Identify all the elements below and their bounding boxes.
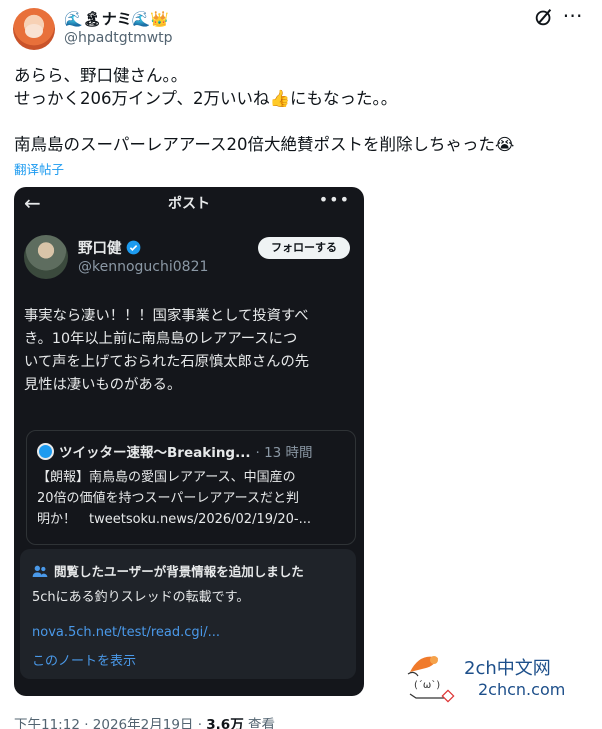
views-label: 查看 bbox=[243, 717, 275, 729]
card-source: ツイッター速報〜Breaking... bbox=[59, 445, 251, 461]
post-line: せっかく206万インプ、2万いいね👍にもなった。。 bbox=[14, 89, 398, 108]
card-line: 20倍の価値を持つスーパーレアアースだと判 bbox=[37, 491, 299, 506]
screenshot-title: ポスト bbox=[168, 196, 210, 212]
note-link: nova.5ch.net/test/read.cgi/... bbox=[32, 625, 221, 640]
quoted-name-text: 野口健 bbox=[78, 241, 122, 257]
card-line: 【朗報】南鳥島の愛国レアアース、中国産の bbox=[37, 470, 296, 485]
post: 🌊🏝ナミ🌊👑 @hpadtgtmwtp ⋯ あらら、野口健さん。。 せっかく20… bbox=[0, 0, 602, 729]
mascot-icon: (´ω`) bbox=[407, 656, 455, 703]
community-note: 閲覧したユーザーが背景情報を追加しました 5chにある釣りスレッドの転載です。 … bbox=[20, 549, 356, 679]
note-body: 5chにある釣りスレッドの転載です。 bbox=[32, 590, 250, 605]
screenshot-header: ← ポスト ••• bbox=[14, 187, 364, 217]
quoted-line: 事実なら凄い！！！国家事業として投資すべ bbox=[24, 308, 309, 324]
quoted-avatar bbox=[24, 235, 68, 279]
post-line-gap bbox=[14, 110, 589, 133]
grok-icon[interactable] bbox=[533, 6, 555, 28]
quoted-text: 事実なら凄い！！！国家事業として投資すべ き。10年以上前に南鳥島のレアアースに… bbox=[24, 305, 358, 397]
display-name[interactable]: 🌊🏝ナミ🌊👑 bbox=[64, 8, 169, 29]
post-line: あらら、野口健さん。。 bbox=[14, 66, 188, 85]
card-line: 明か！ tweetsoku.news/2026/02/19/20-... bbox=[37, 512, 312, 527]
verified-badge-icon bbox=[126, 240, 140, 255]
view-count: 3.6万 bbox=[206, 717, 244, 729]
user-handle[interactable]: @hpadtgtmwtp bbox=[64, 30, 173, 46]
note-show-link: このノートを表示 bbox=[32, 654, 137, 669]
post-meta: 下午11:12 · 2026年2月19日 · 3.6万 查看 bbox=[14, 713, 275, 729]
watermark-line2: 2chcn.com bbox=[478, 680, 566, 699]
svg-text:(´ω`): (´ω`) bbox=[414, 679, 440, 691]
card-time: · 13 時間 bbox=[255, 445, 313, 461]
display-name-text[interactable]: 🌊🏝ナミ🌊👑 bbox=[64, 8, 169, 29]
quoted-line: いて声を上げておられた石原慎太郎さんの先 bbox=[24, 354, 310, 370]
card-text: 【朗報】南鳥島の愛国レアアース、中国産の 20倍の価値を持つスーパーレアアースだ… bbox=[37, 467, 351, 530]
post-timestamp[interactable]: 下午11:12 · 2026年2月19日 · bbox=[14, 717, 206, 729]
quoted-name: 野口健 bbox=[78, 237, 141, 258]
note-header-text: 閲覧したユーザーが背景情報を追加しました bbox=[54, 564, 304, 579]
follow-button: フォローする bbox=[258, 237, 350, 259]
more-options-icon[interactable]: ⋯ bbox=[562, 5, 584, 28]
watermark: (´ω`) 2ch中文网 2chcn.com bbox=[404, 640, 584, 708]
users-icon bbox=[32, 565, 48, 577]
quoted-card: ツイッター速報〜Breaking... · 13 時間 【朗報】南鳥島の愛国レア… bbox=[26, 430, 356, 545]
source-logo-icon bbox=[37, 442, 54, 460]
attached-screenshot[interactable]: ← ポスト ••• 野口健 @kennoguchi0821 フォローする 事実な… bbox=[14, 187, 364, 696]
card-header: ツイッター速報〜Breaking... · 13 時間 bbox=[37, 441, 313, 461]
quoted-line: 見性は凄いものがある。 bbox=[24, 377, 182, 393]
note-header: 閲覧したユーザーが背景情報を追加しました bbox=[32, 561, 304, 580]
post-line: 南鳥島のスーパーレアアース20倍大絶賛ポストを削除しちゃった😭 bbox=[14, 135, 515, 154]
translate-post-link[interactable]: 翻译帖子 bbox=[14, 159, 64, 178]
watermark-line1: 2ch中文网 bbox=[464, 658, 551, 679]
avatar[interactable] bbox=[13, 8, 55, 50]
post-text: あらら、野口健さん。。 せっかく206万インプ、2万いいね👍にもなった。。 南鳥… bbox=[14, 64, 589, 156]
quoted-handle: @kennoguchi0821 bbox=[78, 259, 209, 275]
more-icon: ••• bbox=[318, 190, 350, 209]
quoted-line: き。10年以上前に南鳥島のレアアースにつ bbox=[24, 331, 298, 347]
